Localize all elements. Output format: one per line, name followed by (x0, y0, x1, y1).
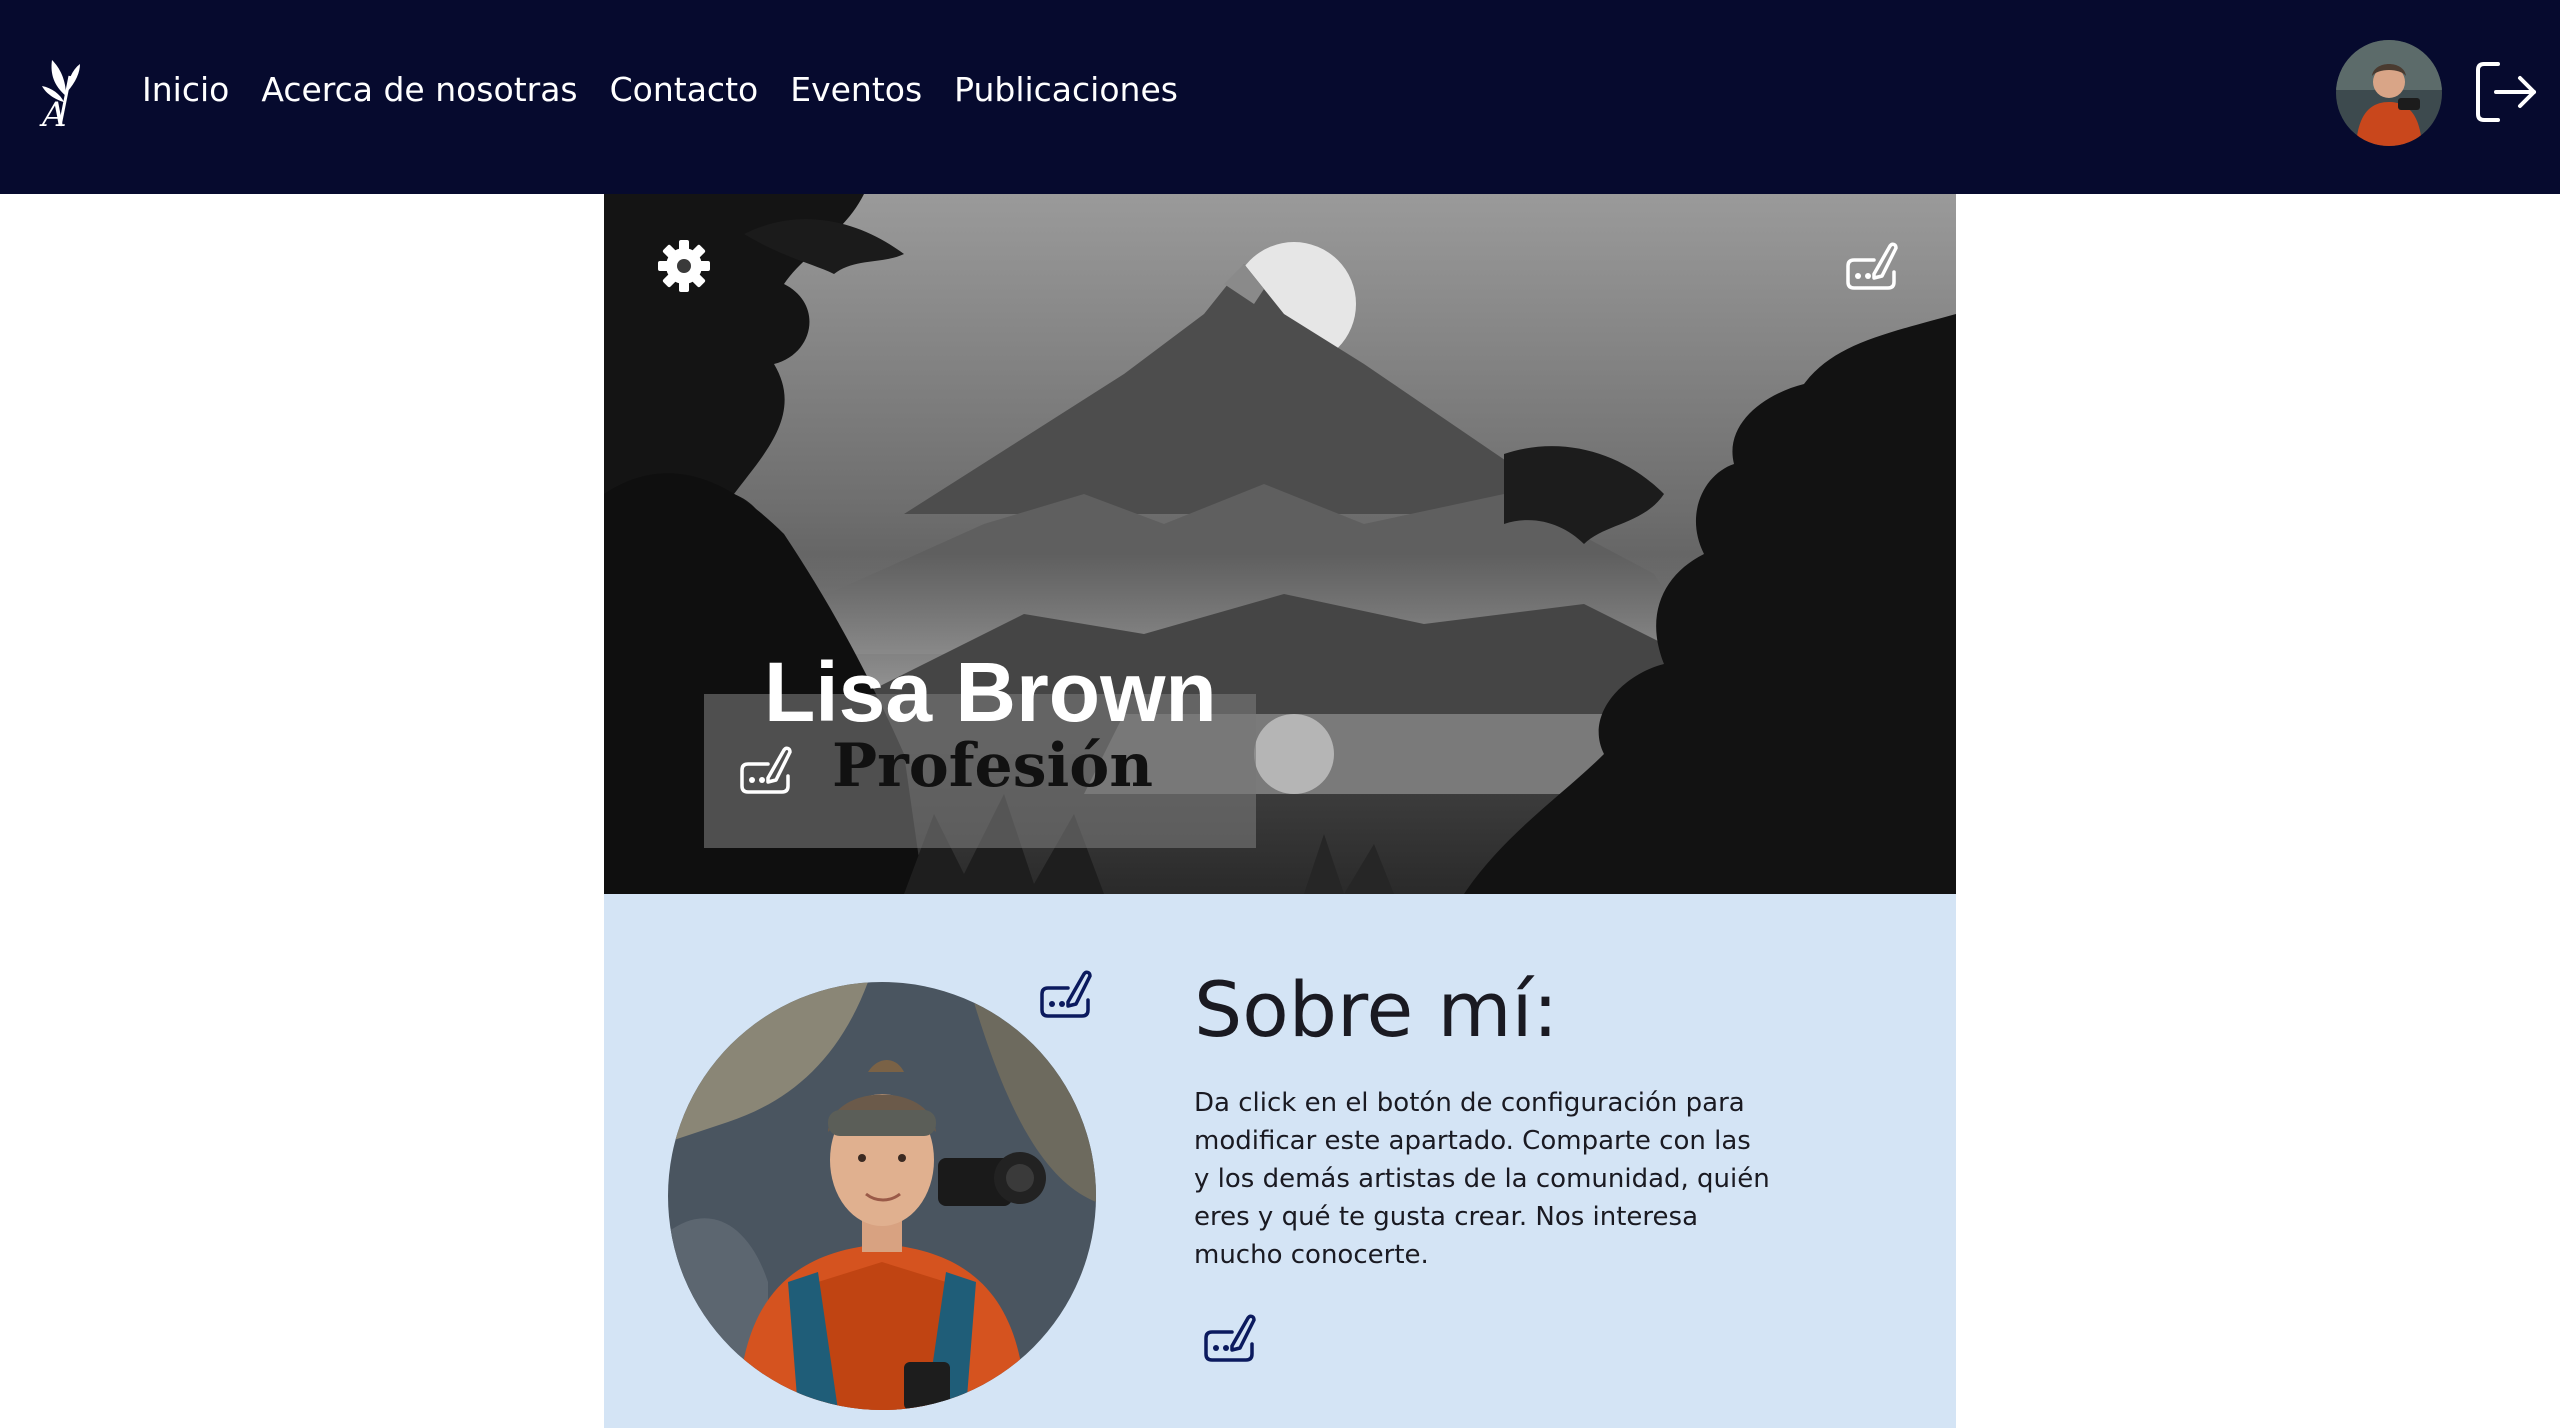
nav-link-eventos[interactable]: Eventos (790, 66, 922, 114)
edit-cover-icon[interactable] (1844, 238, 1900, 294)
logout-icon[interactable] (2472, 58, 2540, 126)
site-logo[interactable]: A (36, 56, 92, 128)
about-description: Da click en el botón de configuración pa… (1194, 1088, 1770, 1270)
top-navbar: A Inicio Acerca de nosotras Contacto Eve… (0, 0, 2560, 194)
about-section: Sobre mí: Da click en el botón de config… (604, 894, 1956, 1428)
profession-label: Profesión (832, 731, 1153, 801)
nav-link-contacto[interactable]: Contacto (610, 66, 759, 114)
profile-photo[interactable] (668, 982, 1096, 1410)
about-title: Sobre mí: (1194, 965, 1559, 1054)
edit-about-icon[interactable] (1202, 1310, 1258, 1366)
user-avatar[interactable] (2336, 40, 2442, 146)
nav-link-publicaciones[interactable]: Publicaciones (954, 66, 1178, 114)
svg-text:A: A (39, 95, 67, 128)
nav-link-inicio[interactable]: Inicio (142, 66, 229, 114)
nav-link-acerca[interactable]: Acerca de nosotras (261, 66, 577, 114)
edit-profession-icon[interactable] (738, 742, 794, 798)
main-navigation: Inicio Acerca de nosotras Contacto Event… (142, 66, 1210, 114)
edit-photo-icon[interactable] (1038, 966, 1094, 1022)
gear-icon[interactable] (656, 238, 712, 294)
cover-image: Lisa Brown Profesión (604, 194, 1956, 894)
